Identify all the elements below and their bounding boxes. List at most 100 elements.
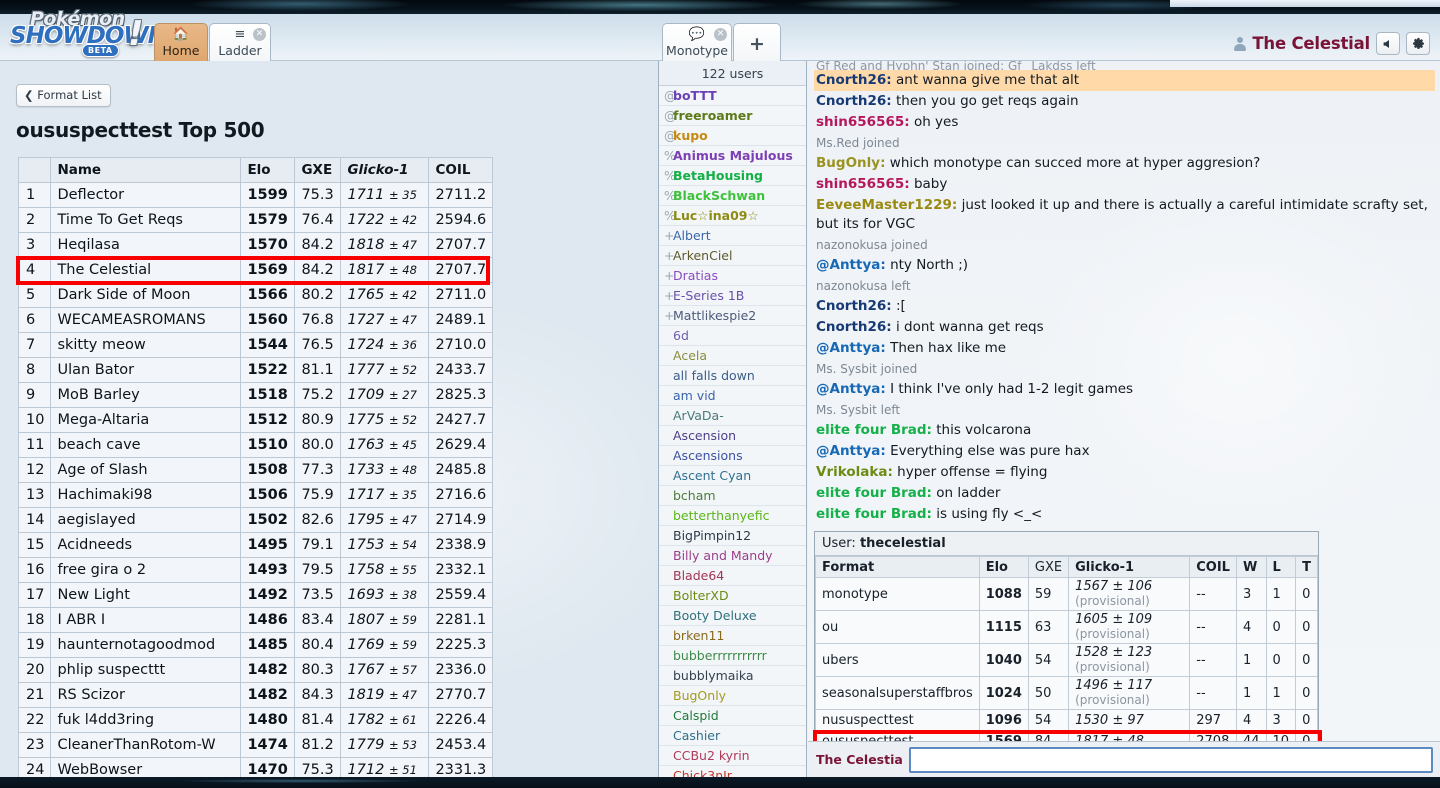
table-row[interactable]: 3 Heqilasa 1570 84.2 1818 ± 47 2707.7	[17, 232, 494, 258]
list-item[interactable]: %Animus Majulous	[659, 146, 806, 166]
chat-author[interactable]: Cnorth26:	[816, 319, 892, 335]
list-item[interactable]: brken11	[659, 626, 806, 646]
chat-input[interactable]	[908, 746, 1433, 773]
new-tab-button[interactable]: +	[733, 23, 781, 61]
table-row[interactable]: 12 Age of Slash 1508 77.3 1733 ± 48 2485.8	[17, 457, 494, 483]
chat-author[interactable]: @Anttya:	[816, 443, 886, 459]
chat-author[interactable]: shin656565:	[816, 176, 910, 192]
ratings-col-t: T	[1295, 556, 1318, 578]
table-row[interactable]: 17 New Light 1492 73.5 1693 ± 38 2559.4	[17, 582, 494, 608]
username-label[interactable]: The Celestial	[1252, 34, 1370, 53]
table-row[interactable]: 15 Acidneeds 1495 79.1 1753 ± 54 2338.9	[17, 532, 494, 558]
chat-author[interactable]: @Anttya:	[816, 257, 886, 273]
chat-author[interactable]: elite four Brad:	[816, 422, 932, 438]
list-item[interactable]: Billy and Mandy	[659, 546, 806, 566]
list-item[interactable]: BugOnly	[659, 686, 806, 706]
close-icon[interactable]: ✕	[253, 28, 266, 41]
table-row[interactable]: 13 Hachimaki98 1506 75.9 1717 ± 35 2716.6	[17, 482, 494, 508]
list-item[interactable]: BolterXD	[659, 586, 806, 606]
table-row[interactable]: 1 Deflector 1599 75.3 1711 ± 35 2711.2	[17, 182, 494, 208]
chat-author[interactable]: @Anttya:	[816, 381, 886, 397]
chat-author[interactable]: Cnorth26:	[816, 93, 892, 109]
list-item[interactable]: +E-Series 1B	[659, 286, 806, 306]
table-row[interactable]: 8 Ulan Bator 1522 81.1 1777 ± 52 2433.7	[17, 357, 494, 383]
list-item[interactable]: am vid	[659, 386, 806, 406]
table-row[interactable]: 14 aegislayed 1502 82.6 1795 ± 47 2714.9	[17, 507, 494, 533]
list-item[interactable]: +ArkenCiel	[659, 246, 806, 266]
list-item[interactable]: bubblymaika	[659, 666, 806, 686]
table-row[interactable]: 24 WebBowser 1470 75.3 1712 ± 51 2331.3	[17, 757, 494, 777]
list-item[interactable]: @boTTT	[659, 86, 806, 106]
table-row[interactable]: 9 MoB Barley 1518 75.2 1709 ± 27 2825.3	[17, 382, 494, 408]
list-item[interactable]: bcham	[659, 486, 806, 506]
table-row[interactable]: nususpecttest 1096 54 1530 ± 97 297 4 3 0	[815, 709, 1318, 731]
list-item[interactable]: @freeroamer	[659, 106, 806, 126]
list-item[interactable]: Acela	[659, 346, 806, 366]
table-row[interactable]: oususpecttest 1569 84 1817 ± 48 2708 44 10 0	[815, 730, 1318, 741]
close-icon[interactable]: ✕	[714, 28, 727, 41]
table-row[interactable]: 21 RS Scizor 1482 84.3 1819 ± 47 2770.7	[17, 682, 494, 708]
list-item[interactable]: +Mattlikespie2	[659, 306, 806, 326]
list-item[interactable]: %BetaHousing	[659, 166, 806, 186]
list-item[interactable]: @kupo	[659, 126, 806, 146]
list-item[interactable]: BigPimpin12	[659, 526, 806, 546]
list-item[interactable]: betterthanyefic	[659, 506, 806, 526]
table-row[interactable]: 20 phlip suspecttt 1482 80.3 1767 ± 57 2336.0	[17, 657, 494, 683]
table-row[interactable]: seasonalsuperstaffbros 1024 50 1496 ± 117 (…	[815, 676, 1318, 710]
chat-author[interactable]: EeveeMaster1229:	[816, 197, 957, 213]
list-item[interactable]: +Dratias	[659, 266, 806, 286]
user-name: BetaHousing	[673, 168, 763, 183]
table-row[interactable]: ou 1115 63 1605 ± 109 (provisional) -- 4 0 0	[815, 610, 1318, 644]
cell-glicko: 1711 ± 35	[340, 182, 430, 208]
table-row[interactable]: 23 CleanerThanRotom-W 1474 81.2 1779 ± 53 245…	[17, 732, 494, 758]
format-list-button[interactable]: ❮ Format List	[16, 84, 111, 107]
list-item[interactable]: %Luc☆ina09☆	[659, 206, 806, 226]
list-item[interactable]: bubberrrrrrrrrrr	[659, 646, 806, 666]
list-item[interactable]: Chick3nJr	[659, 766, 806, 777]
cell-format: seasonalsuperstaffbros	[815, 676, 980, 710]
table-row[interactable]: 16 free gira o 2 1493 79.5 1758 ± 55 2332.1	[17, 557, 494, 583]
list-item[interactable]: Blade64	[659, 566, 806, 586]
chat-author[interactable]: Cnorth26:	[816, 298, 892, 314]
table-row[interactable]: monotype 1088 59 1567 ± 106 (provisional) --…	[815, 577, 1318, 611]
table-row[interactable]: 11 beach cave 1510 80.0 1763 ± 45 2629.4	[17, 432, 494, 458]
pokemon-showdown-logo[interactable]: Pokémon SHOWDOWN ! BETA	[8, 6, 167, 58]
table-row[interactable]: 4 The Celestial 1569 84.2 1817 ± 48 2707.7	[17, 257, 494, 283]
chat-author[interactable]: Vrikolaka:	[816, 464, 893, 480]
chat-author[interactable]: shin656565:	[816, 114, 910, 130]
chat-author[interactable]: Cnorth26:	[816, 72, 892, 88]
list-item[interactable]: Ascensions	[659, 446, 806, 466]
list-item[interactable]: Booty Deluxe	[659, 606, 806, 626]
chat-author[interactable]: BugOnly:	[816, 155, 885, 171]
user-list[interactable]: 122 users @boTTT @freeroamer @kupo %Animus …	[659, 61, 807, 777]
chat-author[interactable]: @Anttya:	[816, 340, 886, 356]
cell-wins: 44	[1235, 730, 1267, 741]
list-item[interactable]: all falls down	[659, 366, 806, 386]
table-row[interactable]: 22 fuk l4dd3ring 1480 81.4 1782 ± 61 2226.4	[17, 707, 494, 733]
tab-home[interactable]: 🏠 Home	[154, 23, 208, 61]
list-item[interactable]: Cashier	[659, 726, 806, 746]
tab-monotype[interactable]: 💬 Monotype ✕	[662, 23, 732, 61]
tab-ladder[interactable]: ≡ Ladder ✕	[209, 23, 271, 61]
list-item[interactable]: +Albert	[659, 226, 806, 246]
volume-icon[interactable]	[1376, 32, 1400, 55]
table-row[interactable]: 19 haunternotagoodmod 1485 80.4 1769 ± 59 222…	[17, 632, 494, 658]
gear-icon[interactable]	[1406, 32, 1430, 55]
chat-log[interactable]: Gf Red and Hyphn' Stan joined; Gf_ Lakds…	[808, 61, 1440, 741]
list-item[interactable]: ArVaDa-	[659, 406, 806, 426]
list-item[interactable]: Ascent Cyan	[659, 466, 806, 486]
table-row[interactable]: 6 WECAMEASROMANS 1560 76.8 1727 ± 47 2489.1	[17, 307, 494, 333]
table-row[interactable]: 10 Mega-Altaria 1512 80.9 1775 ± 52 2427.7	[17, 407, 494, 433]
table-row[interactable]: ubers 1040 54 1528 ± 123 (provisional) -- 1 0 0	[815, 643, 1318, 677]
table-row[interactable]: 2 Time To Get Reqs 1579 76.4 1722 ± 42 2594.6	[17, 207, 494, 233]
list-item[interactable]: 6d	[659, 326, 806, 346]
chat-author[interactable]: elite four Brad:	[816, 485, 932, 501]
list-item[interactable]: Ascension	[659, 426, 806, 446]
list-item[interactable]: CCBu2 kyrin	[659, 746, 806, 766]
table-row[interactable]: 7 skitty meow 1544 76.5 1724 ± 36 2710.0	[17, 332, 494, 358]
chat-author[interactable]: elite four Brad:	[816, 506, 932, 522]
list-item[interactable]: %BlackSchwan	[659, 186, 806, 206]
list-item[interactable]: Calspid	[659, 706, 806, 726]
table-row[interactable]: 18 I ABR I 1486 83.4 1807 ± 59 2281.1	[17, 607, 494, 633]
table-row[interactable]: 5 Dark Side of Moon 1566 80.2 1765 ± 42 2711.…	[17, 282, 494, 308]
